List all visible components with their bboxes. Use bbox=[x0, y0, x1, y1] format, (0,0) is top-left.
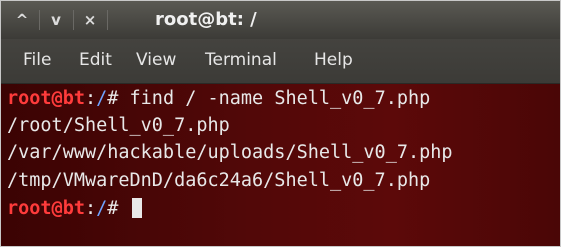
command-line: root@bt:/# find / -name Shell_v0_7.php bbox=[7, 86, 430, 112]
menu-edit[interactable]: Edit bbox=[79, 48, 112, 72]
prompt-user: root@bt bbox=[7, 198, 85, 219]
titlebar-divider bbox=[39, 10, 40, 30]
prompt-separator: : bbox=[84, 198, 97, 219]
menu-bar: File Edit View Terminal Help bbox=[1, 39, 560, 84]
terminal-output[interactable]: root@bt:/# find / -name Shell_v0_7.php /… bbox=[1, 84, 560, 246]
prompt-path: / bbox=[96, 198, 108, 219]
command-text: find / -name Shell_v0_7.php bbox=[129, 88, 431, 109]
title-bar[interactable]: ^ v × root@bt: / bbox=[1, 1, 560, 39]
current-prompt-line: root@bt:/# bbox=[7, 196, 142, 222]
close-icon[interactable]: × bbox=[77, 9, 103, 31]
prompt-end: # bbox=[107, 198, 130, 219]
menu-terminal[interactable]: Terminal bbox=[205, 48, 277, 72]
prompt-end: # bbox=[107, 88, 130, 109]
minimize-icon[interactable]: v bbox=[43, 9, 69, 31]
result-line: /var/www/hackable/uploads/Shell_v0_7.php bbox=[7, 142, 453, 163]
result-line: /tmp/VMwareDnD/da6c24a6/Shell_v0_7.php bbox=[7, 170, 431, 191]
titlebar-divider bbox=[73, 10, 74, 30]
prompt-separator: : bbox=[84, 88, 97, 109]
result-line: /root/Shell_v0_7.php bbox=[7, 115, 230, 136]
prompt-user: root@bt bbox=[7, 88, 85, 109]
menu-help[interactable]: Help bbox=[314, 48, 353, 72]
menu-view[interactable]: View bbox=[136, 48, 176, 72]
terminal-window: ^ v × root@bt: / File Edit View Terminal… bbox=[0, 0, 561, 247]
titlebar-divider bbox=[107, 10, 108, 30]
maximize-icon[interactable]: ^ bbox=[9, 9, 35, 31]
text-cursor bbox=[131, 198, 142, 218]
prompt-path: / bbox=[96, 88, 108, 109]
menu-file[interactable]: File bbox=[23, 48, 51, 72]
window-title: root@bt: / bbox=[155, 9, 257, 30]
